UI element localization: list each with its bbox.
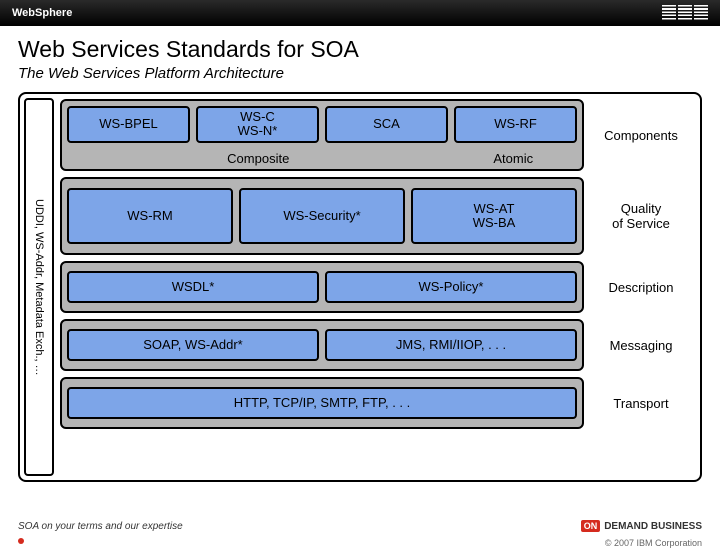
pill-wsdl: WSDL* — [67, 271, 319, 303]
row-description: WSDL* WS-Policy* Description — [60, 261, 698, 313]
pill-http: HTTP, TCP/IP, SMTP, FTP, . . . — [67, 387, 577, 419]
pill-soap: SOAP, WS-Addr* — [67, 329, 319, 361]
row-label-description: Description — [584, 261, 698, 313]
pill-ws-security: WS-Security* — [239, 188, 405, 244]
pill-ws-rm: WS-RM — [67, 188, 233, 244]
product-name: WebSphere — [12, 7, 72, 19]
label-composite: Composite — [67, 151, 450, 166]
row-components: WS-BPEL WS-C WS-N* SCA WS-RF Composite A… — [60, 99, 698, 171]
pill-jms: JMS, RMI/IIOP, . . . — [325, 329, 577, 361]
pill-sca: SCA — [325, 106, 448, 143]
page-title: Web Services Standards for SOA — [18, 36, 702, 63]
row-qos: WS-RM WS-Security* WS-AT WS-BA Quality o… — [60, 177, 698, 255]
on-badge: ON — [581, 520, 601, 532]
top-bar: WebSphere — [0, 0, 720, 26]
footer-tagline: SOA on your terms and our expertise — [18, 521, 183, 532]
layer-rows: WS-BPEL WS-C WS-N* SCA WS-RF Composite A… — [60, 96, 698, 478]
pill-ws-c-ws-n: WS-C WS-N* — [196, 106, 319, 143]
sidebar-label: UDDI, WS-Addr, Metadata Exch., … — [33, 199, 45, 376]
row-label-messaging: Messaging — [584, 319, 698, 371]
red-dot-icon — [18, 538, 24, 544]
pill-ws-bpel: WS-BPEL — [67, 106, 190, 143]
pill-ws-at-ba: WS-AT WS-BA — [411, 188, 577, 244]
page-subtitle: The Web Services Platform Architecture — [18, 65, 702, 82]
row-label-transport: Transport — [584, 377, 698, 429]
label-atomic: Atomic — [450, 151, 578, 166]
architecture-diagram: UDDI, WS-Addr, Metadata Exch., … WS-BPEL… — [18, 92, 702, 482]
row-label-components: Components — [584, 99, 698, 171]
footer-bar: SOA on your terms and our expertise ON D… — [0, 516, 720, 536]
ondemand-text: DEMAND BUSINESS — [604, 521, 702, 532]
pill-ws-policy: WS-Policy* — [325, 271, 577, 303]
pill-ws-rf: WS-RF — [454, 106, 577, 143]
row-messaging: SOAP, WS-Addr* JMS, RMI/IIOP, . . . Mess… — [60, 319, 698, 371]
ibm-logo — [662, 5, 708, 21]
row-components-main: WS-BPEL WS-C WS-N* SCA WS-RF Composite A… — [60, 99, 584, 171]
row-transport: HTTP, TCP/IP, SMTP, FTP, . . . Transport — [60, 377, 698, 429]
row-label-qos: Quality of Service — [584, 177, 698, 255]
sidebar-column: UDDI, WS-Addr, Metadata Exch., … — [24, 98, 54, 476]
ondemand-badge: ON DEMAND BUSINESS — [581, 520, 702, 532]
